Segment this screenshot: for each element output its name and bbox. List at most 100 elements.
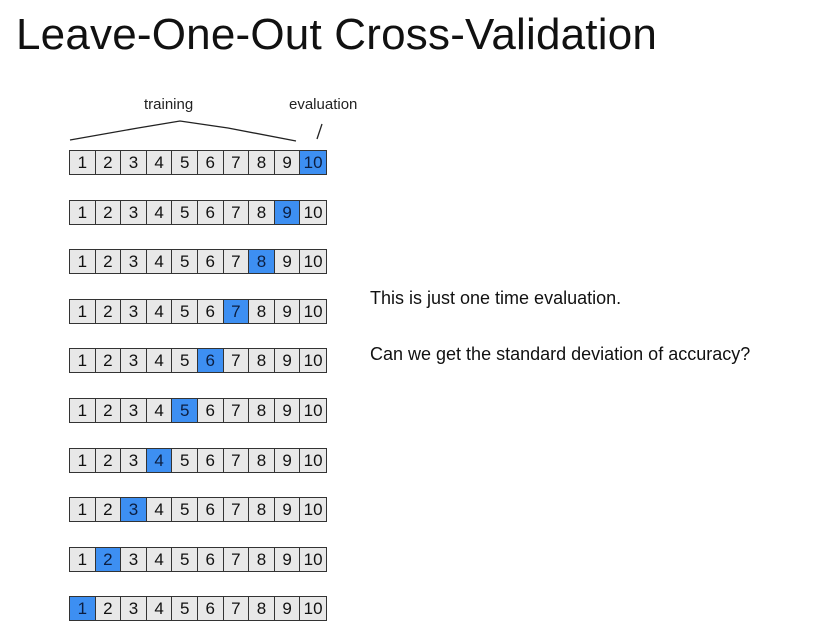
fold-row: 1 2 3 4 5 6 7 8 9 10 xyxy=(69,150,327,175)
evaluation-fold-cell: 8 xyxy=(249,250,275,273)
training-fold-cell: 3 xyxy=(121,597,147,620)
training-fold-cell: 7 xyxy=(223,548,250,571)
training-fold-cell: 1 xyxy=(70,399,96,422)
training-fold-cell: 9 xyxy=(274,498,301,521)
evaluation-fold-cell: 5 xyxy=(172,399,198,422)
training-fold-cell: 7 xyxy=(223,449,250,472)
training-fold-cell: 4 xyxy=(146,399,173,422)
training-fold-cell: 2 xyxy=(95,151,122,174)
training-fold-cell: 1 xyxy=(70,201,96,224)
training-fold-cell: 8 xyxy=(249,399,275,422)
training-fold-cell: 6 xyxy=(197,300,224,323)
training-fold-cell: 5 xyxy=(172,449,198,472)
evaluation-fold-cell: 1 xyxy=(70,597,96,620)
note-standard-deviation-question: Can we get the standard deviation of acc… xyxy=(370,344,751,364)
training-fold-cell: 3 xyxy=(121,548,147,571)
training-fold-cell: 9 xyxy=(274,399,301,422)
training-fold-cell: 1 xyxy=(70,498,96,521)
training-fold-cell: 5 xyxy=(172,151,198,174)
training-fold-cell: 1 xyxy=(70,250,96,273)
training-fold-cell: 2 xyxy=(95,250,122,273)
fold-row: 1 2 3 4 5 6 7 8 9 10 xyxy=(69,348,327,373)
training-fold-cell: 2 xyxy=(95,201,122,224)
training-fold-cell: 9 xyxy=(274,349,301,372)
training-fold-cell: 9 xyxy=(274,300,301,323)
training-fold-cell: 10 xyxy=(300,449,326,472)
training-fold-cell: 9 xyxy=(274,151,301,174)
fold-row: 1 2 3 4 5 6 7 8 9 10 xyxy=(69,497,327,522)
training-fold-cell: 10 xyxy=(300,300,326,323)
evaluation-fold-cell: 4 xyxy=(146,449,173,472)
training-fold-cell: 10 xyxy=(300,548,326,571)
training-fold-cell: 8 xyxy=(249,449,275,472)
training-fold-cell: 7 xyxy=(223,349,250,372)
training-fold-cell: 10 xyxy=(300,498,326,521)
fold-row: 1 2 3 4 5 6 7 8 9 10 xyxy=(69,249,327,274)
training-fold-cell: 2 xyxy=(95,449,122,472)
training-fold-cell: 6 xyxy=(197,201,224,224)
training-fold-cell: 8 xyxy=(249,597,275,620)
training-fold-cell: 9 xyxy=(274,597,301,620)
training-fold-cell: 4 xyxy=(146,201,173,224)
evaluation-fold-cell: 2 xyxy=(95,548,122,571)
training-fold-cell: 8 xyxy=(249,548,275,571)
training-fold-cell: 8 xyxy=(249,151,275,174)
training-fold-cell: 10 xyxy=(300,597,326,620)
training-fold-cell: 1 xyxy=(70,151,96,174)
training-fold-cell: 5 xyxy=(172,597,198,620)
training-fold-cell: 4 xyxy=(146,349,173,372)
training-fold-cell: 4 xyxy=(146,597,173,620)
training-fold-cell: 3 xyxy=(121,300,147,323)
note-one-time-evaluation: This is just one time evaluation. xyxy=(370,288,622,308)
training-fold-cell: 6 xyxy=(197,548,224,571)
training-fold-cell: 8 xyxy=(249,300,275,323)
evaluation-fold-cell: 6 xyxy=(197,349,224,372)
training-fold-cell: 9 xyxy=(274,250,301,273)
training-fold-cell: 4 xyxy=(146,548,173,571)
evaluation-pointer xyxy=(316,123,323,140)
training-fold-cell: 5 xyxy=(172,300,198,323)
evaluation-fold-cell: 7 xyxy=(223,300,250,323)
training-fold-cell: 6 xyxy=(197,151,224,174)
training-fold-cell: 7 xyxy=(223,201,250,224)
training-fold-cell: 7 xyxy=(223,250,250,273)
training-fold-cell: 8 xyxy=(249,349,275,372)
training-fold-cell: 6 xyxy=(197,399,224,422)
training-fold-cell: 1 xyxy=(70,349,96,372)
training-fold-cell: 8 xyxy=(249,498,275,521)
fold-row: 1 2 3 4 5 6 7 8 9 10 xyxy=(69,448,327,473)
training-fold-cell: 2 xyxy=(95,300,122,323)
training-fold-cell: 5 xyxy=(172,498,198,521)
training-fold-cell: 4 xyxy=(146,151,173,174)
training-fold-cell: 4 xyxy=(146,300,173,323)
evaluation-fold-cell: 3 xyxy=(121,498,147,521)
training-fold-cell: 4 xyxy=(146,250,173,273)
training-fold-cell: 5 xyxy=(172,250,198,273)
evaluation-fold-cell: 9 xyxy=(274,201,301,224)
training-fold-cell: 4 xyxy=(146,498,173,521)
evaluation-fold-cell: 10 xyxy=(300,151,326,174)
training-fold-cell: 5 xyxy=(172,349,198,372)
fold-row: 1 2 3 4 5 6 7 8 9 10 xyxy=(69,596,327,621)
training-fold-cell: 8 xyxy=(249,201,275,224)
training-fold-cell: 2 xyxy=(95,597,122,620)
training-fold-cell: 10 xyxy=(300,399,326,422)
training-fold-cell: 9 xyxy=(274,548,301,571)
training-fold-cell: 2 xyxy=(95,399,122,422)
training-fold-cell: 3 xyxy=(121,349,147,372)
training-fold-cell: 7 xyxy=(223,151,250,174)
training-fold-cell: 5 xyxy=(172,201,198,224)
training-fold-cell: 3 xyxy=(121,399,147,422)
fold-row: 1 2 3 4 5 6 7 8 9 10 xyxy=(69,299,327,324)
training-fold-cell: 2 xyxy=(95,349,122,372)
training-fold-cell: 3 xyxy=(121,201,147,224)
training-fold-cell: 10 xyxy=(300,349,326,372)
training-fold-cell: 6 xyxy=(197,597,224,620)
fold-row: 1 2 3 4 5 6 7 8 9 10 xyxy=(69,200,327,225)
training-fold-cell: 7 xyxy=(223,399,250,422)
training-fold-cell: 6 xyxy=(197,498,224,521)
training-fold-cell: 3 xyxy=(121,449,147,472)
training-fold-cell: 2 xyxy=(95,498,122,521)
training-fold-cell: 1 xyxy=(70,449,96,472)
training-brace-path xyxy=(69,120,297,142)
